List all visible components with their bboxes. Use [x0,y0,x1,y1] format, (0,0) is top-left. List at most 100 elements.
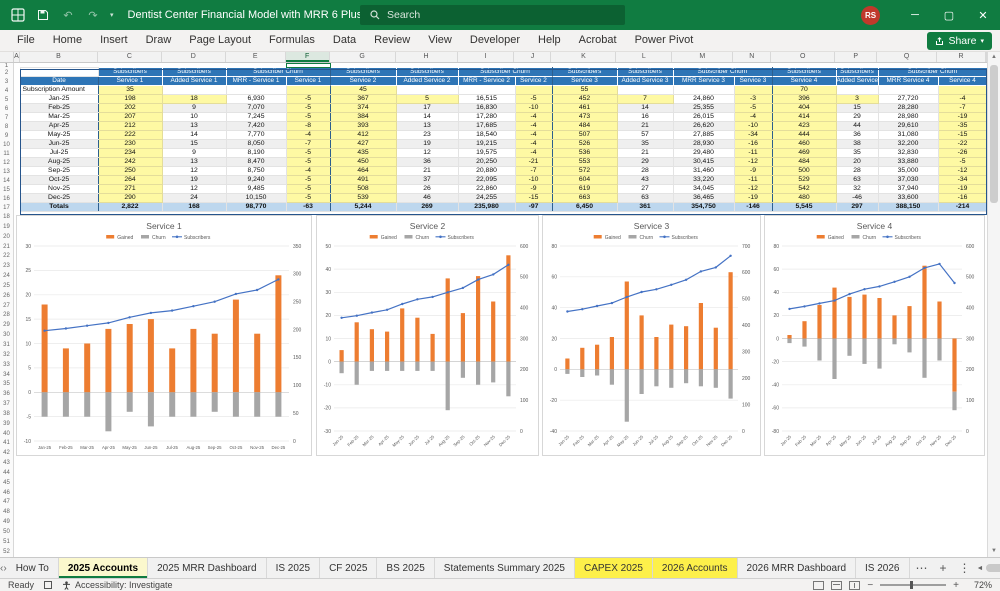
cell[interactable]: 460 [772,140,836,149]
cell[interactable]: 29 [836,113,878,122]
row-header-40[interactable]: 40 [0,430,13,440]
cell[interactable]: Date [20,77,98,86]
vertical-scrollbar[interactable]: ▲ ▼ [987,52,1000,557]
cell[interactable]: 26,015 [673,113,734,122]
cell[interactable]: 8,750 [226,167,286,176]
row-header-14[interactable]: 14 [0,177,13,186]
cell[interactable]: 30,415 [673,158,734,167]
column-header-b[interactable]: B [20,52,98,62]
page-layout-view-icon[interactable] [831,581,842,590]
cell[interactable]: 17,685 [458,122,515,131]
cell[interactable]: -5 [286,176,330,185]
cell[interactable]: Subscribers [396,68,458,77]
row-header-2[interactable]: 2 [0,69,13,78]
chart-service-1[interactable]: -10-5051015202530050100150200250300350Ja… [16,215,312,456]
cell[interactable]: -5 [286,194,330,203]
cell[interactable]: -9 [734,167,772,176]
zoom-in-icon[interactable]: + [953,580,959,591]
cell[interactable]: Subscription Amount [20,86,98,95]
sheet-tab-statements-summary-2025[interactable]: Statements Summary 2025 [435,558,575,578]
cell[interactable]: 33,220 [673,176,734,185]
cell[interactable]: 28,980 [878,113,938,122]
horizontal-scroll-thumb[interactable] [986,564,1000,572]
cell[interactable]: MRR Service 4 [878,77,938,86]
cell[interactable]: 9 [162,104,226,113]
cell[interactable]: 13 [162,158,226,167]
cell[interactable]: 24,860 [673,95,734,104]
cell[interactable]: 27 [617,185,673,194]
menu-tab-insert[interactable]: Insert [91,30,137,51]
cell[interactable]: 412 [330,131,396,140]
cell[interactable]: 8,190 [226,149,286,158]
cell[interactable]: -16 [938,194,987,203]
redo-icon[interactable]: ↷ [85,7,101,23]
cell[interactable]: 8,470 [226,158,286,167]
cell[interactable] [226,86,286,95]
cell[interactable]: Subscribers [772,68,836,77]
row-header-19[interactable]: 19 [0,223,13,233]
cell[interactable]: 452 [552,95,617,104]
row-header-39[interactable]: 39 [0,420,13,430]
cell[interactable]: Aug-25 [20,158,98,167]
row-header-23[interactable]: 23 [0,262,13,272]
save-icon[interactable] [35,7,51,23]
column-header-o[interactable]: O [771,52,835,62]
cell[interactable]: 374 [330,104,396,113]
cell[interactable]: 55 [552,86,617,95]
cell[interactable]: 5 [396,95,458,104]
menu-tab-power-pivot[interactable]: Power Pivot [626,30,703,51]
cell[interactable]: 464 [330,167,396,176]
column-header-r[interactable]: R [937,52,986,62]
cell[interactable]: 14 [396,113,458,122]
minimize-button[interactable]: ─ [898,0,932,30]
cell[interactable]: 28,930 [673,140,734,149]
cell[interactable]: -214 [938,203,987,212]
cell[interactable]: 21 [617,149,673,158]
row-header-34[interactable]: 34 [0,371,13,381]
share-button[interactable]: Share ▾ [927,32,992,50]
cell[interactable]: 539 [330,194,396,203]
row-header-43[interactable]: 43 [0,459,13,469]
cell[interactable] [673,86,734,95]
cell[interactable]: -10 [734,122,772,131]
cell[interactable]: 484 [552,122,617,131]
cell[interactable]: 396 [772,95,836,104]
cell[interactable]: 473 [552,113,617,122]
cell[interactable]: 35,000 [878,167,938,176]
cell[interactable]: 7,070 [226,104,286,113]
normal-view-icon[interactable] [813,581,824,590]
row-header-32[interactable]: 32 [0,351,13,361]
column-header-c[interactable]: C [98,52,162,62]
cell[interactable]: -21 [515,158,552,167]
cell[interactable]: 198 [98,95,162,104]
row-header-9[interactable]: 9 [0,132,13,141]
quick-access-caret-icon[interactable]: ▾ [110,11,114,19]
cell[interactable]: 388,150 [878,203,938,212]
cell[interactable]: 13 [162,122,226,131]
cell[interactable]: 9,485 [226,185,286,194]
row-header-7[interactable]: 7 [0,114,13,123]
cell[interactable]: Service 3 [552,77,617,86]
sheet-tab-2026-accounts[interactable]: 2026 Accounts [653,558,738,578]
cell[interactable]: Nov-25 [20,185,98,194]
undo-icon[interactable]: ↶ [60,7,76,23]
zoom-out-icon[interactable]: − [867,580,873,591]
cell[interactable]: 18,540 [458,131,515,140]
macro-record-icon[interactable] [44,581,52,589]
cell[interactable]: -19 [938,185,987,194]
cell[interactable]: 361 [617,203,673,212]
row-header-44[interactable]: 44 [0,469,13,479]
column-header-j[interactable]: J [514,52,551,62]
cell[interactable] [617,86,673,95]
user-avatar[interactable]: RS [861,6,880,25]
cell[interactable]: 29,480 [673,149,734,158]
menu-tab-developer[interactable]: Developer [461,30,529,51]
row-headers[interactable]: 1234567891011121314151617181920212223242… [0,63,14,557]
cell[interactable] [938,86,987,95]
cell[interactable] [878,86,938,95]
cell[interactable]: 604 [552,176,617,185]
cell[interactable]: Added Service 3 [617,77,673,86]
cell[interactable]: Apr-25 [20,122,98,131]
cell[interactable]: -7 [515,167,552,176]
cell[interactable]: 19,215 [458,140,515,149]
